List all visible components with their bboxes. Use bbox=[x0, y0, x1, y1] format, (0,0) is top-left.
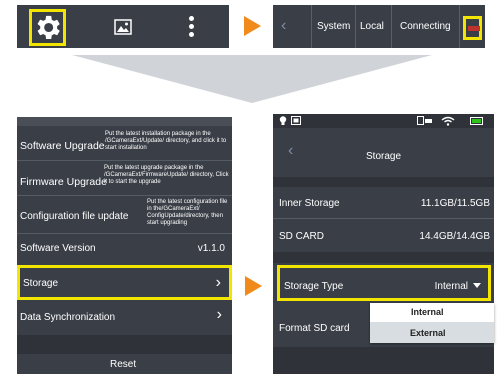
storage-type-dropdown: Internal External bbox=[370, 303, 494, 343]
reset-button[interactable]: Reset bbox=[110, 359, 136, 370]
config-update-desc: Put the latest configuration file in the… bbox=[147, 199, 228, 226]
storage-screen: ‹ Storage Inner Storage 11.1GB/11.5GB SD… bbox=[273, 114, 494, 374]
top-toolbar-left bbox=[17, 5, 229, 48]
photo-icon bbox=[291, 116, 301, 125]
firmware-upgrade-label: Firmware Upgrade bbox=[20, 176, 107, 188]
data-sync-label: Data Synchronization bbox=[20, 312, 116, 323]
gear-icon bbox=[37, 15, 60, 39]
firmware-upgrade-row[interactable]: Firmware Upgrade Put the latest upgrade … bbox=[17, 162, 232, 194]
storage-row[interactable]: Storage › bbox=[17, 265, 232, 300]
software-version-row: Software Version v1.1.0 bbox=[17, 234, 232, 264]
sd-card-value: 14.4GB/14.4GB bbox=[419, 231, 490, 242]
bulb-icon bbox=[279, 116, 287, 125]
software-upgrade-label: Software Upgrade bbox=[20, 140, 105, 152]
sd-card-label: SD CARD bbox=[279, 231, 325, 242]
data-sync-row[interactable]: Data Synchronization › bbox=[17, 303, 232, 333]
more-icon[interactable] bbox=[189, 16, 195, 38]
dropdown-option-internal[interactable]: Internal bbox=[411, 307, 444, 317]
top-toolbar-right: ‹ System Local Connecting bbox=[273, 5, 485, 48]
gallery-icon[interactable] bbox=[114, 19, 132, 35]
software-upgrade-row[interactable]: Software Upgrade Put the latest installa… bbox=[17, 127, 232, 159]
format-sd-label[interactable]: Format SD card bbox=[279, 323, 350, 334]
software-version-label: Software Version bbox=[20, 243, 96, 254]
page-title: Storage bbox=[366, 151, 402, 162]
dropdown-option-external[interactable]: External bbox=[410, 328, 446, 338]
toolbar-highlight-button[interactable] bbox=[463, 16, 482, 40]
back-chevron-icon[interactable]: ‹ bbox=[281, 17, 286, 35]
back-chevron-icon[interactable]: ‹ bbox=[288, 142, 293, 160]
config-update-label: Configuration file update bbox=[20, 211, 129, 222]
storage-label: Storage bbox=[23, 278, 59, 289]
step-arrow-icon bbox=[244, 16, 261, 36]
storage-type-row[interactable]: Storage Type Internal bbox=[277, 265, 491, 301]
toolbar-item-system[interactable]: System bbox=[317, 21, 350, 32]
settings-button[interactable] bbox=[29, 9, 66, 46]
storage-type-label: Storage Type bbox=[284, 281, 344, 292]
toolbar-item-connecting[interactable]: Connecting bbox=[400, 21, 451, 32]
inner-storage-label: Inner Storage bbox=[279, 198, 340, 209]
step-arrow-icon bbox=[245, 276, 262, 296]
firmware-upgrade-desc: Put the latest upgrade package in the /G… bbox=[104, 165, 229, 185]
toolbar-item-local[interactable]: Local bbox=[360, 21, 384, 32]
storage-type-value: Internal bbox=[434, 281, 468, 292]
battery-icon bbox=[470, 117, 483, 125]
status-bar bbox=[273, 114, 494, 128]
inner-storage-value: 11.1GB/11.5GB bbox=[420, 198, 490, 209]
dropdown-triangle-icon bbox=[473, 283, 481, 288]
software-version-value: v1.1.0 bbox=[197, 243, 225, 254]
chevron-right-icon: › bbox=[216, 306, 222, 323]
settings-panel: Software Upgrade Put the latest installa… bbox=[17, 117, 232, 374]
config-update-row[interactable]: Configuration file update Put the latest… bbox=[17, 197, 232, 231]
sd-card-icon bbox=[417, 116, 432, 125]
software-upgrade-desc: Put the latest installation package in t… bbox=[105, 131, 227, 151]
chevron-right-icon: › bbox=[215, 274, 221, 291]
big-down-arrow-icon bbox=[72, 55, 432, 103]
wifi-icon bbox=[441, 116, 455, 126]
